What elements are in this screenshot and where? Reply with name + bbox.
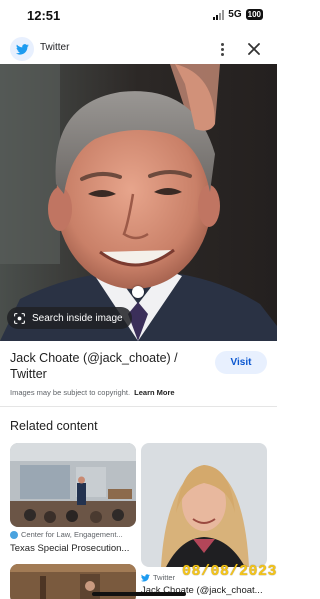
search-inside-image-label: Search inside image	[32, 312, 123, 324]
status-bar: 12:51 5G 100	[0, 0, 277, 34]
section-divider	[0, 406, 277, 407]
related-content-heading: Related content	[10, 419, 98, 433]
lecture-photo	[10, 443, 136, 527]
site-name[interactable]: Twitter	[40, 42, 69, 53]
copyright-text: Images may be subject to copyright.	[10, 388, 131, 397]
battery-icon: 100	[245, 9, 263, 20]
result-title[interactable]: Jack Choate (@jack_choate) / Twitter	[10, 350, 190, 382]
close-icon[interactable]	[244, 39, 264, 59]
search-inside-image-button[interactable]: Search inside image	[7, 307, 132, 329]
visit-button[interactable]: Visit	[215, 351, 267, 374]
related-card-1-image[interactable]	[10, 443, 136, 527]
related-card-2-source-label: Twitter	[153, 573, 176, 582]
status-time: 12:51	[27, 8, 61, 23]
related-card-1-source: Center for Law, Engagement...	[10, 530, 136, 539]
signal-icon	[213, 9, 225, 20]
home-indicator[interactable]	[92, 592, 186, 596]
status-indicators: 5G 100	[213, 9, 263, 20]
twitter-bird-icon	[10, 37, 34, 61]
woman-portrait-photo	[141, 443, 267, 567]
more-options-icon[interactable]	[214, 38, 230, 60]
learn-more-link[interactable]: Learn More	[134, 388, 174, 397]
selection-point[interactable]	[132, 286, 144, 298]
related-card-2-image[interactable]	[141, 443, 267, 567]
twitter-bird-icon	[141, 573, 150, 582]
viewer-top-bar: Twitter	[0, 34, 277, 64]
source-favicon-icon	[10, 530, 18, 539]
portrait-photo	[0, 64, 277, 341]
copyright-notice: Images may be subject to copyright. Lear…	[10, 388, 175, 397]
main-image[interactable]: Search inside image	[0, 64, 277, 341]
lens-icon	[14, 312, 25, 324]
related-card-1-source-label: Center for Law, Engagement...	[21, 530, 123, 539]
related-card-1-title[interactable]: Texas Special Prosecution...	[10, 543, 136, 554]
network-type: 5G	[228, 9, 242, 20]
date-stamp: 08/08/2023	[182, 563, 278, 580]
